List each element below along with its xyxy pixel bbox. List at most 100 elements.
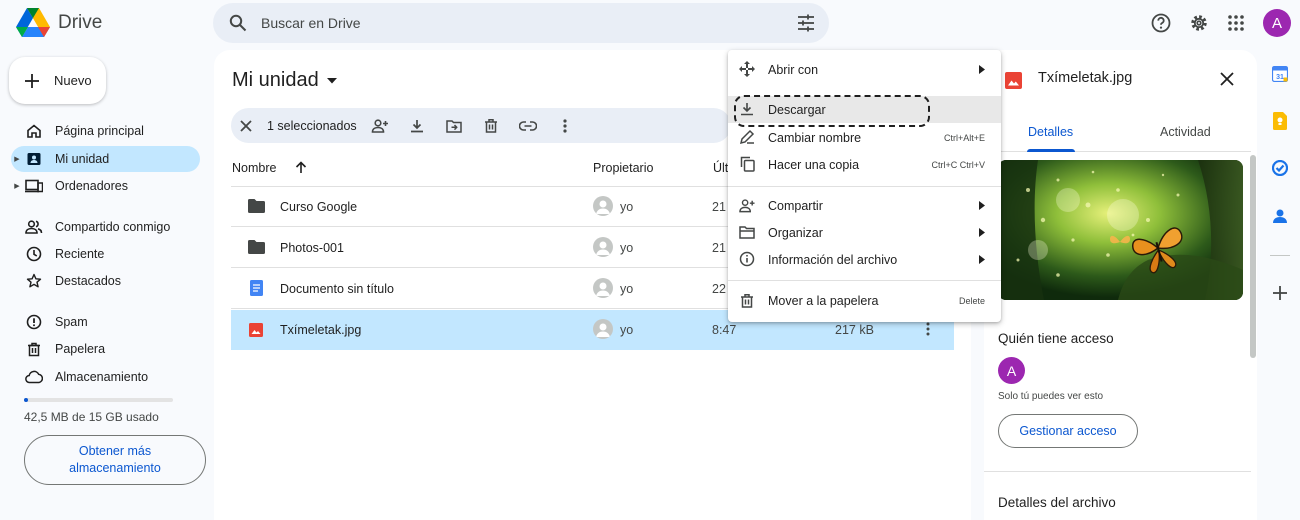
owner-name: yo	[620, 241, 634, 255]
menu-item-open-with[interactable]: Abrir con	[728, 56, 1001, 83]
download-icon[interactable]	[408, 117, 426, 135]
user-avatar[interactable]: A	[1263, 9, 1291, 37]
share-add-person-icon[interactable]	[371, 117, 389, 135]
svg-text:31: 31	[1276, 74, 1284, 81]
page-title[interactable]: Mi unidad	[232, 69, 337, 92]
sidebar-item-starred[interactable]: Destacados	[11, 268, 200, 294]
storage-usage-fill	[24, 398, 29, 402]
new-button[interactable]: Nuevo	[9, 57, 106, 104]
sidebar-item-shared[interactable]: Compartido conmigo	[11, 214, 200, 240]
more-actions-icon[interactable]	[926, 322, 930, 336]
details-file-title: Txímeletak.jpg	[1038, 70, 1133, 86]
menu-item-download[interactable]: Descargar	[728, 96, 1001, 123]
share-add-person-icon	[739, 197, 755, 213]
folder-icon	[248, 199, 265, 213]
sidebar-item-recent[interactable]: Reciente	[11, 241, 200, 267]
computers-icon	[25, 177, 43, 195]
submenu-arrow-icon	[979, 255, 985, 264]
column-header-name[interactable]: Nombre	[232, 161, 276, 175]
copy-link-icon[interactable]	[518, 117, 537, 135]
copy-icon	[739, 156, 755, 172]
column-header-owner[interactable]: Propietario	[593, 161, 653, 175]
details-scrollbar[interactable]	[1250, 155, 1256, 358]
menu-item-move-to-trash[interactable]: Mover a la papelera Delete	[728, 287, 1001, 314]
menu-separator	[728, 280, 1001, 281]
file-size: 217 kB	[835, 323, 874, 337]
expand-caret-icon[interactable]: ▶	[11, 155, 23, 163]
submenu-arrow-icon	[979, 201, 985, 210]
file-name: Txímeletak.jpg	[280, 323, 362, 337]
sort-arrow-up-icon[interactable]	[295, 161, 307, 174]
modified-date: 21 d	[712, 200, 728, 214]
tab-activity[interactable]: Actividad	[1160, 125, 1211, 139]
sidebar-item-storage[interactable]: Almacenamiento	[11, 364, 200, 390]
owner-name: yo	[620, 323, 634, 337]
access-user-avatar[interactable]: A	[998, 357, 1025, 384]
get-more-storage-button[interactable]: Obtener más almacenamiento	[24, 435, 206, 485]
image-file-icon	[249, 323, 263, 337]
submenu-arrow-icon	[979, 228, 985, 237]
add-app-plus-icon[interactable]	[1270, 283, 1290, 303]
app-name: Drive	[58, 12, 103, 33]
menu-item-share[interactable]: Compartir	[728, 192, 1001, 219]
info-icon	[739, 251, 755, 267]
cloud-icon	[25, 368, 43, 386]
google-docs-icon	[250, 280, 263, 296]
who-has-access-heading: Quién tiene acceso	[998, 331, 1114, 346]
image-file-icon	[1005, 72, 1022, 89]
calendar-app-icon[interactable]: 31	[1270, 64, 1290, 84]
sidebar-item-spam[interactable]: Spam	[11, 309, 200, 335]
tasks-app-icon[interactable]	[1270, 158, 1290, 178]
menu-item-rename[interactable]: Cambiar nombre Ctrl+Alt+E	[728, 124, 1001, 151]
my-drive-icon	[25, 150, 43, 168]
spam-icon	[25, 313, 43, 331]
menu-item-organize[interactable]: Organizar	[728, 219, 1001, 246]
settings-gear-icon[interactable]	[1185, 9, 1213, 37]
menu-item-file-info[interactable]: Información del archivo	[728, 246, 1001, 273]
submenu-arrow-icon	[979, 65, 985, 74]
owner-avatar	[593, 237, 613, 257]
download-icon	[739, 101, 755, 117]
column-header-modified[interactable]: Últ	[713, 161, 728, 175]
file-name: Documento sin título	[280, 282, 394, 296]
sidebar-item-home[interactable]: Página principal	[11, 118, 200, 144]
selection-toolbar: 1 seleccionados	[231, 108, 731, 143]
trash-icon[interactable]	[482, 117, 500, 135]
move-to-folder-icon[interactable]	[445, 117, 463, 135]
expand-caret-icon[interactable]: ▶	[11, 182, 23, 190]
close-icon[interactable]	[1218, 70, 1236, 88]
help-icon[interactable]	[1147, 9, 1175, 37]
keep-app-icon[interactable]	[1270, 111, 1290, 131]
tab-details[interactable]: Detalles	[1028, 125, 1073, 139]
search-options-icon[interactable]	[797, 14, 815, 32]
sidebar-item-trash[interactable]: Papelera	[11, 336, 200, 362]
menu-separator	[728, 186, 1001, 187]
file-details-heading: Detalles del archivo	[998, 495, 1116, 510]
clear-selection-close-icon[interactable]	[237, 117, 255, 135]
manage-access-button[interactable]: Gestionar acceso	[998, 414, 1138, 448]
folder-icon	[248, 240, 265, 254]
drive-logo[interactable]: Drive	[16, 8, 102, 38]
search-icon[interactable]	[229, 14, 247, 32]
shared-icon	[25, 218, 43, 236]
image-preview[interactable]	[998, 160, 1243, 300]
rail-divider	[1270, 255, 1290, 256]
storage-usage-bar	[24, 398, 173, 402]
apps-grid-icon[interactable]	[1222, 9, 1250, 37]
owner-avatar	[593, 319, 613, 339]
more-actions-icon[interactable]	[556, 117, 574, 135]
contacts-app-icon[interactable]	[1270, 206, 1290, 226]
search-input[interactable]	[261, 15, 761, 31]
modified-date: 21 d	[712, 241, 728, 255]
open-with-icon	[739, 61, 755, 77]
modified-date: 22	[712, 282, 726, 296]
dropdown-arrow-icon	[326, 77, 337, 83]
menu-item-make-copy[interactable]: Hacer una copia Ctrl+C Ctrl+V	[728, 151, 1001, 178]
sidebar-item-computers[interactable]: ▶ Ordenadores	[11, 173, 200, 199]
search-bar[interactable]	[213, 3, 829, 43]
trash-icon	[25, 340, 43, 358]
rename-pencil-icon	[739, 129, 755, 145]
selection-count: 1 seleccionados	[267, 118, 357, 133]
sidebar-item-my-drive[interactable]: ▶ Mi unidad	[11, 146, 200, 172]
owner-avatar	[593, 196, 613, 216]
